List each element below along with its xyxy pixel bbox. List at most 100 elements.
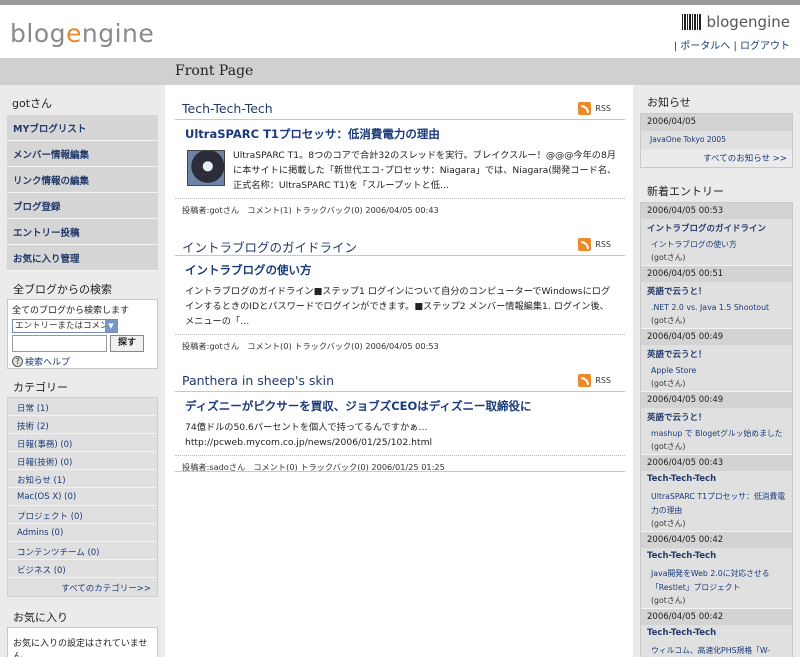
search-label: 全てのブログから検索します — [12, 306, 130, 316]
entry-title-link[interactable]: .NET 2.0 vs. Java 1.5 Shootout — [641, 299, 792, 315]
news-box: 2006/04/05 JavaOne Tokyo 2005 すべてのお知らせ >… — [640, 113, 793, 168]
menu-item-register-blog[interactable]: ブログ登録 — [7, 193, 158, 219]
all-categories-link[interactable]: すべてのカテゴリー>> — [8, 578, 157, 596]
entry-title-link[interactable]: UltraSPARC T1プロセッサ：低消費電力の理由 — [185, 126, 625, 142]
entry-title-link[interactable]: Java開発をWeb 2.0に対応させる「Restlet」プロジェクト — [641, 565, 792, 595]
rss-link[interactable]: RSS — [578, 238, 611, 251]
recent-entry: 2006/04/05 00:51 英語で云うと！ .NET 2.0 vs. Ja… — [641, 266, 792, 329]
post: Tech-Tech-Tech RSS UltraSPARC T1プロセッサ：低消… — [175, 96, 625, 216]
entry-title-link[interactable]: イントラブログの使い方 — [185, 262, 625, 278]
all-news-link[interactable]: すべてのお知らせ >> — [641, 149, 792, 167]
favorites-title: お気に入り — [13, 611, 68, 624]
header: blogengine blogengine | ポータルへ | ログアウト — [0, 5, 800, 58]
category-item[interactable]: お知らせ (1) — [8, 470, 157, 488]
category-list: 日常 (1) 技術 (2) 日報(事務) (0) 日報(技術) (0) お知らせ… — [7, 397, 158, 597]
entry-title-link[interactable]: イントラブログの使い方 — [641, 236, 792, 252]
menu-item-post-entry[interactable]: エントリー投稿 — [7, 219, 158, 245]
entry-blog-link[interactable]: Tech-Tech-Tech — [641, 471, 792, 488]
entry-excerpt-text: 74億ドルの50.6パーセントを個人で持ってるんですかぁ…http://pcwe… — [185, 422, 433, 448]
blog-title-link[interactable]: イントラブログのガイドライン — [182, 237, 357, 256]
processor-image — [187, 150, 225, 186]
menu-item-edit-member[interactable]: メンバー情報編集 — [7, 141, 158, 167]
entry-excerpt: UltraSPARC T1。8つのコアで合計32のスレッドを実行。ブレイクスルー… — [185, 148, 617, 193]
blog-title-link[interactable]: Tech-Tech-Tech — [182, 101, 273, 116]
entry-author: (gotさん) — [651, 253, 686, 262]
logout-link[interactable]: ログアウト — [740, 41, 790, 52]
entry-excerpt-text: UltraSPARC T1。8つのコアで合計32のスレッドを実行。ブレイクスルー… — [233, 150, 617, 191]
category-item[interactable]: 日常 (1) — [8, 398, 157, 416]
search-help-link[interactable]: ? 検索ヘルプ — [12, 355, 153, 368]
entry-blog-link[interactable]: 英語で云うと！ — [641, 408, 792, 425]
entry-meta: 投稿者:gotさん コメント(1) トラックバック(0) 2006/04/05 … — [175, 198, 625, 216]
divider — [175, 471, 625, 472]
entry-title-link[interactable]: UltraSPARC T1プロセッサ：低消費電力の理由 — [641, 488, 792, 518]
entry-title-link[interactable]: mashup で Blogetグルッ始めました — [641, 425, 792, 441]
title-bar: Front Page — [0, 58, 800, 85]
entry-excerpt: イントラブログのガイドライン■ステップ1 ログインについて自分のコンピューターで… — [185, 284, 617, 329]
page-title: Front Page — [175, 63, 254, 79]
category-item[interactable]: 日報(事務) (0) — [8, 434, 157, 452]
search-button[interactable]: 探す — [110, 335, 144, 352]
header-right: blogengine | ポータルへ | ログアウト — [674, 13, 790, 52]
entry-date: 2006/04/05 00:42 — [641, 609, 792, 625]
entry-title-link[interactable]: ウィルコム、高速化PHS規格「W-OAM」 — [641, 642, 792, 657]
search-scope-value: エントリーまたはコメント — [15, 321, 118, 331]
search-scope-select[interactable]: エントリーまたはコメント ▼ — [12, 319, 118, 333]
post-header: Tech-Tech-Tech RSS — [175, 96, 625, 120]
menu-item-edit-links[interactable]: リンク情報の編集 — [7, 167, 158, 193]
category-item[interactable]: プロジェクト (0) — [8, 506, 157, 524]
entry-author: (gotさん) — [651, 442, 686, 451]
menu-item-my-blog-list[interactable]: MYブログリスト — [7, 115, 158, 141]
category-item[interactable]: 技術 (2) — [8, 416, 157, 434]
recent-entry: 2006/04/05 00:43 Tech-Tech-Tech UltraSPA… — [641, 455, 792, 532]
news-title: お知らせ — [647, 96, 691, 109]
entry-date: 2006/04/05 00:42 — [641, 532, 792, 548]
chevron-down-icon[interactable]: ▼ — [105, 320, 117, 332]
left-sidebar: gotさん MYブログリスト メンバー情報編集 リンク情報の編集 ブログ登録 エ… — [0, 85, 165, 657]
news-link[interactable]: JavaOne Tokyo 2005 — [641, 131, 792, 149]
entry-blog-link[interactable]: 英語で云うと！ — [641, 345, 792, 362]
entry-blog-link[interactable]: 英語で云うと！ — [641, 282, 792, 299]
entry-date: 2006/04/05 00:43 — [641, 455, 792, 471]
entry-author: (gotさん) — [651, 316, 686, 325]
category-title: カテゴリー — [13, 381, 68, 394]
entry-blog-link[interactable]: Tech-Tech-Tech — [641, 625, 792, 642]
recent-entry: 2006/04/05 00:49 英語で云うと！ mashup で Bloget… — [641, 392, 792, 455]
entry-blog-link[interactable]: イントラブログのガイドライン — [641, 219, 792, 236]
rss-icon — [578, 102, 592, 115]
recent-entry: 2006/04/05 00:42 Tech-Tech-Tech Java開発をW… — [641, 532, 792, 609]
entry-blog-link[interactable]: Tech-Tech-Tech — [641, 548, 792, 565]
separator: | — [733, 41, 737, 52]
blog-title-link[interactable]: Panthera in sheep's skin — [182, 373, 334, 388]
category-item[interactable]: 日報(技術) (0) — [8, 452, 157, 470]
entry-meta: 投稿者:gotさん コメント(0) トラックバック(0) 2006/04/05 … — [175, 334, 625, 352]
rss-link[interactable]: RSS — [578, 102, 611, 115]
entry-title-link[interactable]: Apple Store — [641, 362, 792, 378]
entry-excerpt: 74億ドルの50.6パーセントを個人で持ってるんですかぁ…http://pcwe… — [185, 420, 617, 450]
barcode-icon — [682, 14, 703, 30]
search-box: 全てのブログから検索します エントリーまたはコメント ▼ 探す ? 検索ヘルプ — [7, 299, 158, 369]
search-input[interactable] — [12, 335, 107, 352]
logo-part: ngine — [81, 19, 155, 48]
help-icon: ? — [12, 356, 23, 367]
entry-title-link[interactable]: ディズニーがピクサーを買収、ジョブズCEOはディズニー取締役に — [185, 398, 625, 414]
user-name: gotさん — [12, 97, 53, 110]
menu-item-favorites[interactable]: お気に入り管理 — [7, 245, 158, 271]
blogengine-logo[interactable]: blogengine — [10, 19, 154, 48]
category-item[interactable]: コンテンツチーム (0) — [8, 542, 157, 560]
category-item[interactable]: ビジネス (0) — [8, 560, 157, 578]
logo-accent: e — [65, 19, 82, 48]
recent-entries-title: 新着エントリー — [647, 185, 724, 198]
recent-entries-list: 2006/04/05 00:53 イントラブログのガイドライン イントラブログの… — [640, 202, 793, 657]
search-title: 全ブログからの検索 — [13, 283, 112, 296]
mini-logo-text: blogengine — [706, 13, 790, 31]
rss-link[interactable]: RSS — [578, 374, 611, 387]
entry-date: 2006/04/05 00:51 — [641, 266, 792, 282]
category-item[interactable]: Mac(OS X) (0) — [8, 488, 157, 506]
recent-entry: 2006/04/05 00:53 イントラブログのガイドライン イントラブログの… — [641, 203, 792, 266]
separator: | — [673, 41, 678, 52]
post: イントラブログのガイドライン RSS イントラブログの使い方 イントラブログのガ… — [175, 232, 625, 352]
portal-link[interactable]: ポータルへ — [680, 41, 730, 52]
favorites-box: お気に入りの設定はされていません。 — [7, 627, 158, 657]
category-item[interactable]: Admins (0) — [8, 524, 157, 542]
